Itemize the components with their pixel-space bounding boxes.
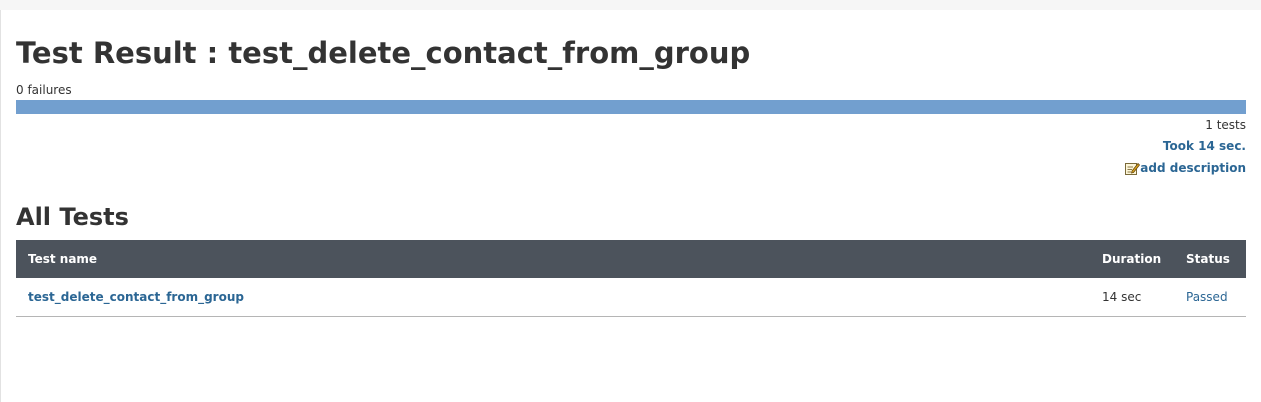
tests-count: 1 tests xyxy=(1205,118,1246,132)
column-header-status[interactable]: Status xyxy=(1174,240,1246,278)
left-border xyxy=(0,10,1,402)
column-header-test-name[interactable]: Test name xyxy=(16,240,1090,278)
page-title: Test Result : test_delete_contact_from_g… xyxy=(16,36,751,70)
column-header-duration[interactable]: Duration xyxy=(1090,240,1174,278)
result-progress-bar xyxy=(16,100,1246,114)
add-description-label: add description xyxy=(1140,161,1246,175)
tests-table: Test name Duration Status test_delete_co… xyxy=(16,240,1246,317)
edit-note-icon xyxy=(1124,160,1141,176)
all-tests-heading: All Tests xyxy=(16,203,129,231)
status-badge: Passed xyxy=(1186,289,1228,304)
took-link[interactable]: Took 14 sec. xyxy=(1163,139,1246,153)
duration-cell: 14 sec xyxy=(1102,289,1142,304)
table-header-row: Test name Duration Status xyxy=(16,240,1246,278)
top-bar xyxy=(0,0,1261,10)
progress-fill xyxy=(16,100,1246,114)
test-name-link[interactable]: test_delete_contact_from_group xyxy=(28,290,244,304)
test-name-cell: test_delete_contact_from_group xyxy=(16,278,1090,316)
add-description-link[interactable]: add description xyxy=(1124,160,1246,176)
failures-count: 0 failures xyxy=(16,83,72,97)
status-cell: Passed xyxy=(1174,278,1246,316)
table-row: test_delete_contact_from_group 14 sec Pa… xyxy=(16,278,1246,316)
